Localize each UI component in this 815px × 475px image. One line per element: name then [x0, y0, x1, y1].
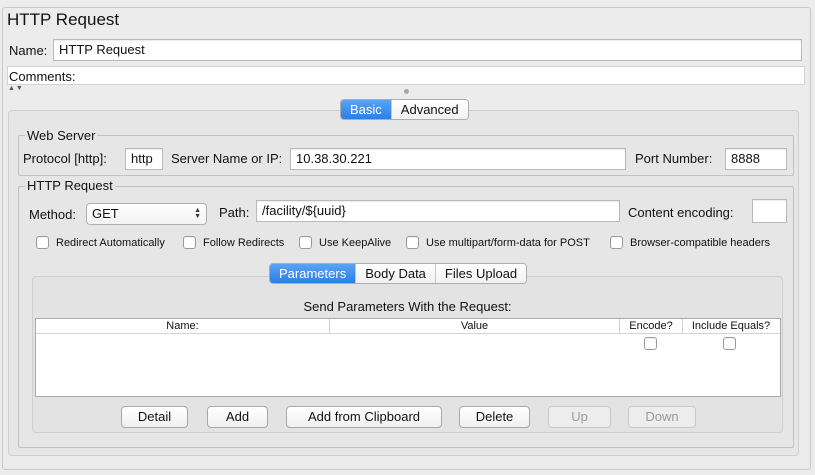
option-redirect-automatically[interactable]: Redirect Automatically — [36, 236, 165, 249]
splitter-handle-icon[interactable] — [404, 89, 409, 94]
splitter-arrows-icon[interactable]: ▲▼ — [8, 85, 24, 92]
path-input[interactable]: /facility/${uuid} — [256, 200, 620, 222]
params-table[interactable]: Name: Value Encode? Include Equals? — [35, 318, 781, 397]
port-input[interactable]: 8888 — [725, 148, 787, 170]
tab-advanced[interactable]: Advanced — [390, 100, 468, 119]
include-equals-checkbox[interactable] — [723, 337, 736, 350]
name-label: Name: — [9, 43, 48, 58]
port-label: Port Number: — [635, 151, 713, 166]
checkbox[interactable] — [406, 236, 419, 249]
checkbox[interactable] — [299, 236, 312, 249]
detail-button[interactable]: Detail — [121, 406, 188, 428]
checkbox[interactable] — [610, 236, 623, 249]
column-include-equals-header[interactable]: Include Equals? — [683, 319, 779, 333]
column-encode-header[interactable]: Encode? — [620, 319, 682, 333]
down-button[interactable]: Down — [628, 406, 696, 428]
option-browser-compatible[interactable]: Browser-compatible headers — [610, 236, 770, 249]
select-arrows-icon: ▲ ▼ — [194, 207, 201, 220]
option-label: Use KeepAlive — [319, 236, 392, 249]
option-label: Use multipart/form-data for POST — [426, 236, 590, 249]
path-label: Path: — [219, 205, 250, 220]
sub-tabs: Parameters Body Data Files Upload — [269, 263, 528, 284]
column-name-header[interactable]: Name: — [36, 319, 329, 333]
tab-basic[interactable]: Basic — [341, 100, 391, 119]
tab-body-data[interactable]: Body Data — [355, 264, 435, 283]
protocol-label: Protocol [http]: — [23, 151, 107, 166]
delete-button[interactable]: Delete — [459, 406, 530, 428]
option-follow-redirects[interactable]: Follow Redirects — [183, 236, 284, 249]
method-label: Method: — [29, 207, 76, 222]
protocol-input[interactable]: http — [125, 148, 163, 170]
add-from-clipboard-button[interactable]: Add from Clipboard — [286, 406, 442, 428]
up-button[interactable]: Up — [548, 406, 611, 428]
comments-label: Comments: — [9, 69, 76, 84]
encoding-input[interactable] — [752, 199, 787, 223]
column-value-header[interactable]: Value — [330, 319, 619, 333]
encode-checkbox[interactable] — [644, 337, 657, 350]
http-request-title: HTTP Request — [25, 178, 115, 193]
server-input[interactable]: 10.38.30.221 — [290, 148, 626, 170]
server-label: Server Name or IP: — [171, 151, 283, 166]
method-value: GET — [92, 206, 119, 221]
params-title: Send Parameters With the Request: — [303, 299, 512, 314]
main-tabs: Basic Advanced — [340, 99, 469, 120]
checkbox[interactable] — [183, 236, 196, 249]
option-multipart[interactable]: Use multipart/form-data for POST — [406, 236, 590, 249]
web-server-title: Web Server — [25, 128, 98, 143]
encoding-label: Content encoding: — [628, 205, 734, 220]
option-use-keepalive[interactable]: Use KeepAlive — [299, 236, 391, 249]
option-label: Follow Redirects — [203, 236, 285, 249]
table-header: Name: Value Encode? Include Equals? — [36, 319, 780, 334]
checkbox[interactable] — [36, 236, 49, 249]
tab-files-upload[interactable]: Files Upload — [434, 264, 527, 283]
method-select[interactable]: GET ▲ ▼ — [86, 203, 207, 225]
option-label: Browser-compatible headers — [630, 236, 771, 249]
tab-parameters[interactable]: Parameters — [270, 264, 356, 283]
panel-title: HTTP Request — [7, 10, 120, 29]
option-label: Redirect Automatically — [56, 236, 165, 249]
comments-input[interactable] — [80, 67, 803, 84]
add-button[interactable]: Add — [207, 406, 268, 428]
name-input[interactable]: HTTP Request — [53, 39, 802, 61]
